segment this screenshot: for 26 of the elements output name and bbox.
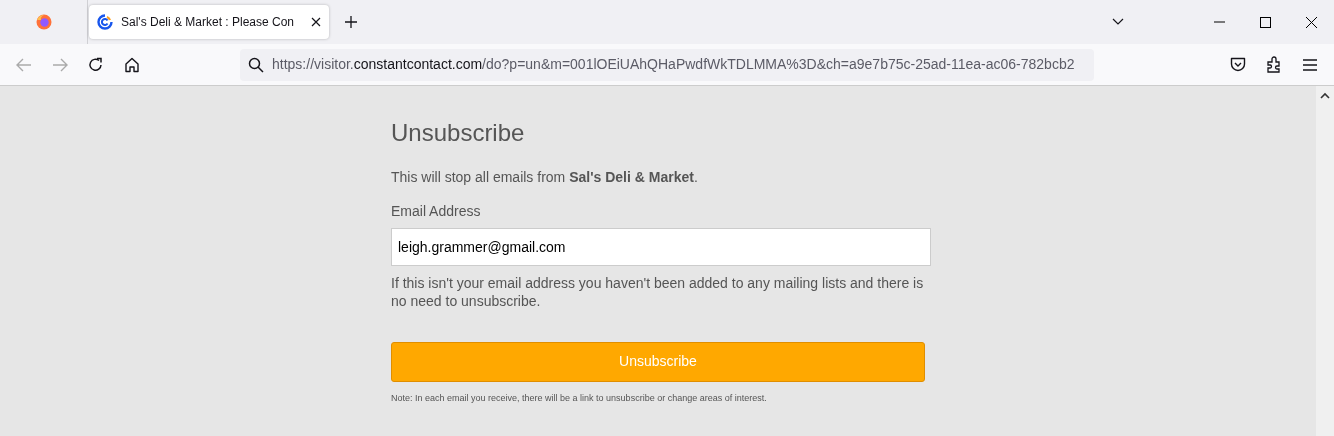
- note-text: Note: In each email you receive, there will be a link to unsubscribe or change areas of interest.: [391, 391, 768, 405]
- back-arrow-icon: [16, 57, 32, 72]
- scroll-up-icon[interactable]: [1320, 92, 1330, 99]
- puzzle-icon: [1266, 56, 1282, 73]
- chevron-down-icon: [1112, 18, 1124, 26]
- maximize-icon: [1259, 16, 1271, 28]
- plus-icon: [344, 15, 358, 29]
- address-bar[interactable]: https://visitor.constantcontact.com/do?p=un&m=001lOEiUAhQHaPwdfWkTDLMMA%3D&ch=a9e7b75c-25ad-11ea-ac06-782bcb2: [240, 48, 1094, 81]
- intro-text: This will stop all emails from Sal's Deli & Market.: [391, 167, 699, 186]
- close-icon: [1305, 16, 1317, 28]
- minimize-icon: [1213, 21, 1225, 23]
- search-icon: [248, 56, 264, 73]
- pocket-icon: [1230, 57, 1246, 72]
- email-field[interactable]: leigh.grammer@gmail.com: [391, 227, 931, 266]
- site-icon: [97, 14, 113, 30]
- menu-icon: [1303, 58, 1317, 71]
- browser-tab[interactable]: Sal's Deli & Market : Please Con: [89, 5, 329, 39]
- help-text: If this isn't your email address you haven't been added to any mailing lists and there is no need to unsubscribe.: [391, 273, 925, 310]
- page-title: Unsubscribe: [391, 119, 526, 148]
- reload-icon: [88, 56, 104, 73]
- field-label: Email Address: [391, 201, 482, 220]
- forward-arrow-icon: [52, 57, 68, 72]
- home-icon: [124, 56, 140, 73]
- url-text: https://visitor.constantcontact.com/do?p=un&m=001lOEiUAhQHaPwdfWkTDLMMA%3D&ch=a9e7b75c-25ad-11ea-ac06-782bcb2: [272, 55, 1075, 74]
- close-icon[interactable]: [311, 17, 321, 27]
- browser-logo-icon[interactable]: [35, 14, 52, 30]
